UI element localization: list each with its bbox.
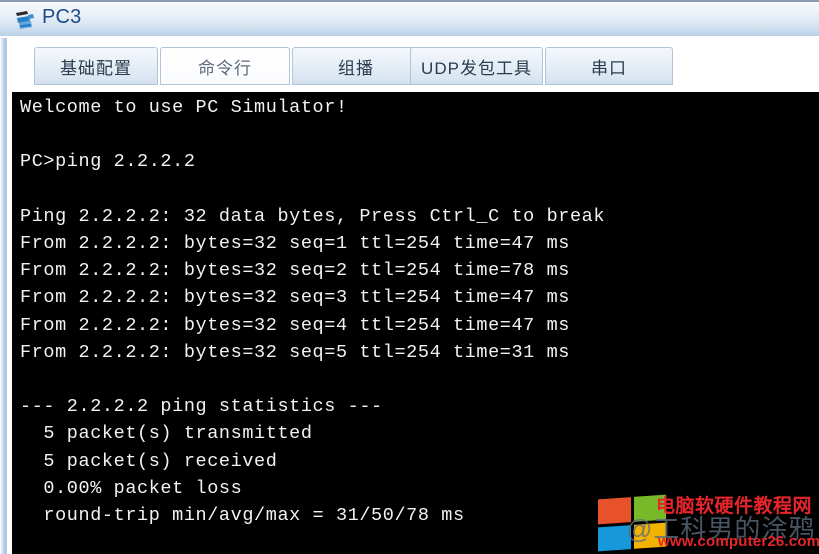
title-bar[interactable]: PC3 bbox=[0, 0, 819, 38]
tab-basic-config[interactable]: 基础配置 bbox=[34, 47, 158, 85]
terminal-console[interactable]: Welcome to use PC Simulator! PC>ping 2.2… bbox=[12, 92, 819, 554]
tab-label: 基础配置 bbox=[60, 58, 132, 78]
window-frame-left bbox=[0, 0, 7, 554]
tab-command-line[interactable]: 命令行 bbox=[160, 47, 290, 85]
tab-multicast[interactable]: 组播 bbox=[292, 47, 420, 85]
pc-simulator-window: PC3 基础配置 命令行 组播 UDP发包工具 串口 Welcome to use PC… bbox=[0, 0, 819, 554]
terminal-output: Welcome to use PC Simulator! PC>ping 2.2… bbox=[20, 97, 606, 527]
tab-udp-packet-tool[interactable]: UDP发包工具 bbox=[410, 47, 543, 85]
tab-strip: 基础配置 命令行 组播 UDP发包工具 串口 bbox=[12, 38, 819, 92]
window-title: PC3 bbox=[42, 6, 82, 28]
tab-label: 命令行 bbox=[198, 58, 252, 78]
tab-label: 组播 bbox=[338, 58, 374, 78]
tab-label: UDP发包工具 bbox=[421, 58, 532, 78]
tab-label: 串口 bbox=[591, 58, 627, 78]
tab-serial-port[interactable]: 串口 bbox=[545, 47, 673, 85]
pc-terminal-icon bbox=[14, 9, 38, 33]
